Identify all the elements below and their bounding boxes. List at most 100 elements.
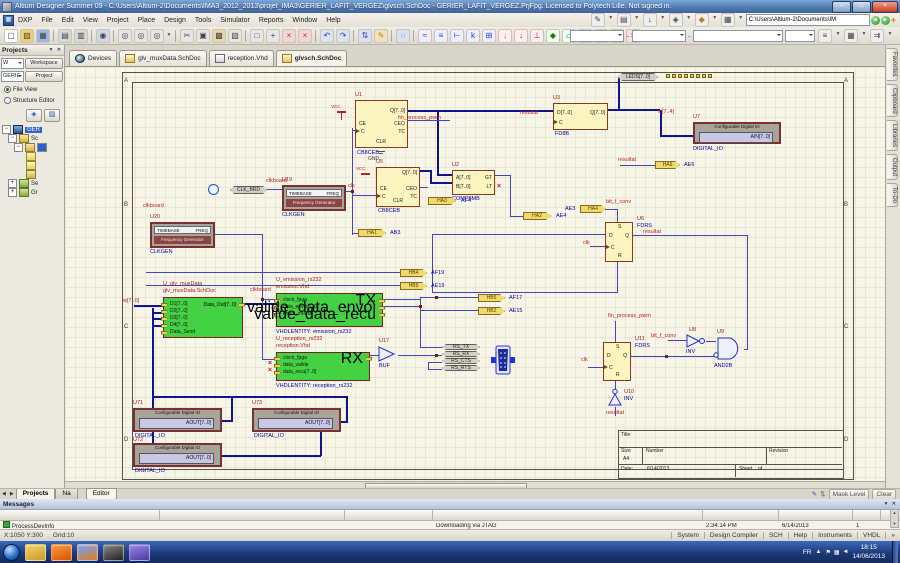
component-u11-fdrs[interactable]: S D C Q R — [603, 342, 631, 381]
grid-tool-icon[interactable]: ▦ — [721, 13, 735, 27]
gate-u10-inv[interactable] — [606, 388, 624, 408]
panel-tab-projects[interactable]: Projects — [16, 489, 56, 500]
status-button[interactable]: Design Compiler — [704, 532, 763, 539]
file-view-radio[interactable]: File View — [4, 86, 64, 93]
tree-item-sheet[interactable] — [0, 161, 64, 170]
tab-glvsch[interactable]: glvsch.SchDoc — [276, 50, 348, 66]
network-icon[interactable]: ▦ — [834, 549, 840, 556]
scroll-down-icon[interactable]: ▼ — [891, 521, 898, 526]
volume-icon[interactable]: ◄ — [843, 549, 849, 556]
place-probe-icon[interactable]: k — [466, 29, 480, 43]
sheet-entry[interactable]: clock_fpga — [274, 355, 316, 362]
toolbar-icon[interactable]: ▼ — [738, 13, 744, 25]
tab-scroll-left[interactable]: ◀ — [0, 491, 8, 497]
copy-icon[interactable]: ▣ — [196, 29, 210, 43]
schematic-canvas[interactable]: A B C D A B C D — [65, 67, 885, 481]
nav-back-icon[interactable]: ◄ — [871, 16, 880, 25]
sheet-entry[interactable]: D4[7..0] — [161, 322, 195, 329]
component-u5-cb8ceb[interactable]: Q[7..0] CE C CEO TC CLR — [376, 167, 420, 207]
place-port-icon[interactable]: ↓ — [498, 29, 512, 43]
new-doc-icon[interactable]: ▢ — [4, 29, 18, 43]
port-rs[interactable]: RS_RTS — [442, 365, 480, 371]
messages-scrollbar[interactable]: ▲ ▼ — [890, 509, 899, 528]
menu-item[interactable]: Reports — [259, 17, 284, 24]
config-combo[interactable] — [632, 30, 686, 42]
port-ha3[interactable]: HA3 — [428, 197, 456, 205]
browse-icon[interactable]: ◉ — [96, 29, 110, 43]
zoom-dropdown[interactable]: ▼ — [166, 30, 172, 42]
minimize-button[interactable]: – — [832, 1, 851, 13]
toolbar-icon[interactable]: ▼ — [712, 13, 718, 25]
tab-glv-muxdata[interactable]: glv_muxData.SchDoc — [119, 50, 207, 66]
toolbar-icon[interactable] — [315, 30, 317, 42]
tree-item-settings[interactable]: + Se — [0, 179, 64, 188]
sort-icon[interactable]: ⇅ — [820, 490, 825, 498]
mask-level-button[interactable]: Mask Level — [829, 489, 870, 500]
move-icon[interactable]: + — [266, 29, 280, 43]
side-panel-tab[interactable]: Clipboard — [887, 84, 898, 118]
sheet-entry[interactable]: data_valide — [274, 362, 316, 369]
port-hb9[interactable]: HB9 — [400, 282, 427, 290]
gate-u8-inv[interactable] — [686, 334, 708, 348]
toolbar-icon[interactable]: ▼ — [686, 13, 692, 25]
sheet-entry[interactable]: D1[7..0] — [161, 301, 195, 308]
zoom-area-icon[interactable]: ◎ — [134, 29, 148, 43]
scroll-up-icon[interactable]: ▲ — [891, 510, 898, 515]
port-rs[interactable]: RS_RX — [442, 351, 480, 357]
port-rs[interactable]: RS_CTS — [442, 358, 480, 364]
sketch-icon[interactable]: ✎ — [591, 13, 605, 27]
status-button[interactable]: Instruments — [812, 532, 857, 539]
toolbar-icon[interactable] — [113, 30, 115, 42]
workspace-combo[interactable]: W — [1, 58, 24, 69]
dxp-icon[interactable]: ▦ — [3, 15, 14, 26]
taskbar-app-dark[interactable] — [103, 544, 124, 561]
tree-item-sources[interactable]: − Sc — [0, 134, 64, 143]
status-button[interactable]: VHDL — [857, 532, 885, 539]
save-icon[interactable]: ▦ — [36, 29, 50, 43]
nav-forward-icon[interactable]: ► — [881, 16, 890, 25]
sheet-entry[interactable]: Data_Out[7..0] — [203, 301, 245, 308]
clear-button[interactable]: Clear — [872, 489, 896, 500]
toolbar-icon[interactable]: ▼ — [608, 13, 614, 25]
sheet-entry[interactable]: D3[7..0] — [161, 315, 195, 322]
menu-item[interactable]: Tools — [195, 17, 211, 24]
toolbar-icon[interactable]: ▼ — [660, 13, 666, 25]
taskbar-clock[interactable]: 18:15 14/06/2013 — [852, 543, 888, 561]
close-button[interactable]: × — [872, 1, 898, 13]
gate-u9-and2b[interactable] — [714, 336, 746, 362]
menu-item[interactable]: Design — [164, 17, 186, 24]
layout-icon[interactable]: ≡ — [818, 29, 832, 43]
side-panel-tab[interactable]: Favorites — [887, 48, 898, 81]
port-hb2[interactable]: HB2 — [478, 307, 505, 315]
toolbar-icon[interactable]: ▼ — [835, 29, 841, 41]
sheet-symbol-reception[interactable]: clock_fpgadata_validedata_recu[7..0] RX — [276, 352, 370, 381]
menu-item[interactable]: File — [41, 17, 52, 24]
open-icon[interactable]: ▨ — [20, 29, 34, 43]
collapse-icon[interactable]: − — [14, 143, 23, 152]
menu-item[interactable]: Project — [107, 17, 129, 24]
component-u19-clkgen[interactable]: TIMEBASEFREQ Frequency Generator — [282, 185, 346, 211]
toolbar-icon[interactable] — [413, 30, 415, 42]
expand-icon[interactable]: + — [8, 179, 17, 188]
component-u2-comp8mb[interactable]: A[7..0] B[7..0] GT LT — [452, 170, 495, 195]
grids-icon[interactable]: ▦ — [844, 29, 858, 43]
menu-item[interactable]: Help — [326, 17, 340, 24]
scale-combo[interactable] — [785, 30, 815, 42]
zoom-selection-icon[interactable]: ◎ — [150, 29, 164, 43]
add-icon[interactable]: + — [891, 15, 896, 25]
workspace-button[interactable]: Workspace — [25, 58, 63, 69]
pin-tool-icon[interactable]: ◈ — [669, 13, 683, 27]
port-ha6[interactable]: HA6 — [655, 161, 680, 169]
project-combo[interactable]: GERIE — [1, 71, 24, 82]
status-button[interactable]: System — [671, 532, 704, 539]
place-bus-entry-icon[interactable]: ⊢ — [450, 29, 464, 43]
column-header[interactable] — [853, 510, 881, 520]
menu-item[interactable]: Window — [292, 17, 317, 24]
address-bar[interactable]: C:\Users\Altium-2\Documents\IM — [746, 14, 870, 26]
expand-icon[interactable]: + — [8, 188, 17, 197]
tab-scroll-right[interactable]: ▶ — [8, 491, 16, 497]
find-icon[interactable]: ◌ — [396, 29, 410, 43]
collapse-icon[interactable]: − — [8, 134, 17, 143]
sheet-entry[interactable]: data_recu[7..0] — [274, 369, 316, 376]
port-clk-brd[interactable]: CLK_BRD — [230, 186, 267, 194]
